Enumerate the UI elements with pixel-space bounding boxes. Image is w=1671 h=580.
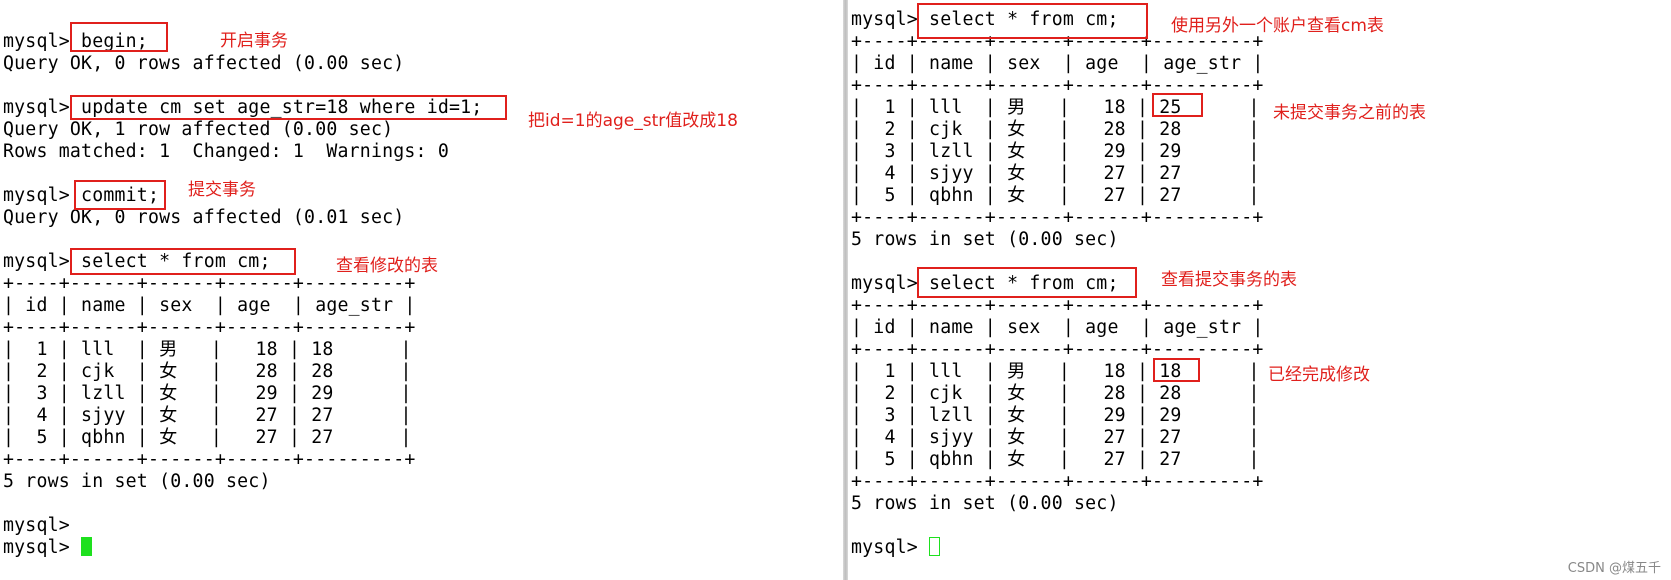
annotation-begin: 开启事务 <box>220 31 288 51</box>
watermark: CSDN @煤五千 <box>1567 561 1661 576</box>
highlight-box-commit <box>74 180 166 210</box>
terminal-line: +----+------+------+------+---------+ <box>3 449 416 470</box>
terminal-line: 5 rows in set (0.00 sec) <box>3 471 271 492</box>
left-terminal-pane[interactable]: mysql> begin; Query OK, 0 rows affected (… <box>0 0 843 580</box>
terminal-line: | 1 | lll | 男 | 18 | 18 | <box>3 339 412 360</box>
terminal-line: 5 rows in set (0.00 sec) <box>851 493 1119 514</box>
terminal-line: +----+------+------+------+---------+ <box>3 273 416 294</box>
annotation-update: 把id=1的age_str值改成18 <box>528 111 738 131</box>
terminal-prompt-line[interactable]: mysql> <box>851 537 1264 559</box>
annotation-after-commit: 已经完成修改 <box>1268 365 1370 385</box>
text-cursor <box>81 537 93 556</box>
terminal-line: | 1 | lll | 男 | 18 | 18 | <box>851 361 1260 382</box>
terminal-line: Rows matched: 1 Changed: 1 Warnings: 0 <box>3 141 449 162</box>
terminal-line: | 4 | sjyy | 女 | 27 | 27 | <box>851 163 1260 184</box>
terminal-line: | 5 | qbhn | 女 | 27 | 27 | <box>851 449 1260 470</box>
terminal-line: | id | name | sex | age | age_str | <box>851 317 1264 338</box>
annotation-commit: 提交事务 <box>188 180 256 200</box>
terminal-line: | 2 | cjk | 女 | 28 | 28 | <box>851 119 1260 140</box>
highlight-box-second-select <box>917 267 1137 298</box>
annotation-select: 查看修改的表 <box>336 256 438 276</box>
terminal-line: +----+------+------+------+---------+ <box>851 471 1264 492</box>
prompt-text: mysql> <box>3 537 82 558</box>
annotation-before-commit: 未提交事务之前的表 <box>1273 103 1426 123</box>
annotation-second-select: 查看提交事务的表 <box>1161 270 1297 290</box>
terminal-line: +----+------+------+------+---------+ <box>851 207 1264 228</box>
terminal-line: +----+------+------+------+---------+ <box>851 339 1264 360</box>
highlight-box-after-commit-value <box>1153 358 1200 382</box>
highlight-box-begin <box>70 22 168 52</box>
terminal-line: +----+------+------+------+---------+ <box>3 317 416 338</box>
terminal-line: | id | name | sex | age | age_str | <box>3 295 416 316</box>
annotation-first-select: 使用另外一个账户查看cm表 <box>1171 16 1384 36</box>
highlight-box-update <box>70 95 507 120</box>
terminal-line: Query OK, 0 rows affected (0.00 sec) <box>3 53 405 74</box>
terminal-line: | 3 | lzll | 女 | 29 | 29 | <box>851 405 1260 426</box>
terminal-line: | id | name | sex | age | age_str | <box>851 53 1264 74</box>
right-terminal-pane[interactable]: mysql> select * from cm; +----+------+---… <box>848 0 1671 580</box>
terminal-line: | 3 | lzll | 女 | 29 | 29 | <box>851 141 1260 162</box>
terminal-line: | 4 | sjyy | 女 | 27 | 27 | <box>3 405 412 426</box>
text-cursor <box>929 537 941 556</box>
highlight-box-before-commit-value <box>1152 93 1203 117</box>
terminal-line: | 4 | sjyy | 女 | 27 | 27 | <box>851 427 1260 448</box>
terminal-line: | 3 | lzll | 女 | 29 | 29 | <box>3 383 412 404</box>
terminal-line: | 5 | qbhn | 女 | 27 | 27 | <box>851 185 1260 206</box>
terminal-line: | 5 | qbhn | 女 | 27 | 27 | <box>3 427 412 448</box>
terminal-prompt-line[interactable]: mysql> <box>3 537 482 559</box>
terminal-line: | 2 | cjk | 女 | 28 | 28 | <box>3 361 412 382</box>
prompt-text: mysql> <box>851 537 930 558</box>
terminal-line: | 2 | cjk | 女 | 28 | 28 | <box>851 383 1260 404</box>
terminal-line: +----+------+------+------+---------+ <box>851 295 1264 316</box>
terminal-line: Query OK, 1 row affected (0.00 sec) <box>3 119 394 140</box>
terminal-line: Query OK, 0 rows affected (0.01 sec) <box>3 207 405 228</box>
terminal-line: 5 rows in set (0.00 sec) <box>851 229 1119 250</box>
highlight-box-first-select <box>917 3 1148 39</box>
terminal-line: mysql> <box>3 515 82 536</box>
highlight-box-select <box>70 248 296 275</box>
